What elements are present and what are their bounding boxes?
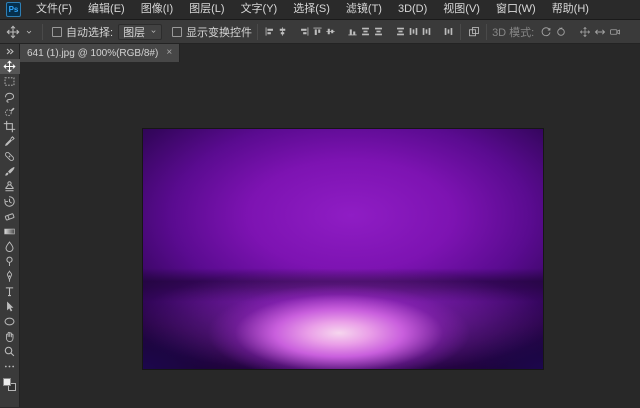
align-right-icon[interactable] <box>298 23 311 41</box>
blur-tool[interactable] <box>0 239 20 254</box>
menu-items: 文件(F) 编辑(E) 图像(I) 图层(L) 文字(Y) 选择(S) 滤镜(T… <box>28 0 597 19</box>
menu-item-view[interactable]: 视图(V) <box>435 0 488 19</box>
zoom-tool[interactable] <box>0 344 20 359</box>
distribute-right-icon[interactable] <box>442 23 455 41</box>
document-tab[interactable]: 641 (1).jpg @ 100%(RGB/8#) × <box>20 44 181 62</box>
color-swatches[interactable] <box>0 376 20 394</box>
3d-mode-label: 3D 模式: <box>492 26 535 39</box>
auto-select-target-value: 图层 <box>123 26 146 39</box>
tool-options-bar: 自动选择: 图层 显示变换控件 3D 模式: <box>0 20 640 44</box>
dodge-tool[interactable] <box>0 254 20 269</box>
shape-tool[interactable] <box>0 314 20 329</box>
menu-item-window[interactable]: 窗口(W) <box>488 0 544 19</box>
align-buttons <box>263 23 455 41</box>
3d-mode-buttons <box>538 23 622 41</box>
gradient-tool[interactable] <box>0 224 20 239</box>
menu-item-edit[interactable]: 编辑(E) <box>80 0 133 19</box>
crop-tool[interactable] <box>0 119 20 134</box>
align-top-icon[interactable] <box>311 23 324 41</box>
auto-select-checkbox[interactable] <box>52 26 62 37</box>
current-tool-icon[interactable] <box>5 23 20 41</box>
menu-item-select[interactable]: 选择(S) <box>285 0 338 19</box>
hand-tool[interactable] <box>0 329 20 344</box>
pen-tool[interactable] <box>0 269 20 284</box>
path-selection-tool[interactable] <box>0 299 20 314</box>
clone-stamp-tool[interactable] <box>0 179 20 194</box>
align-bottom-icon[interactable] <box>346 23 359 41</box>
menu-item-layer[interactable]: 图层(L) <box>181 0 232 19</box>
history-brush-tool[interactable] <box>0 194 20 209</box>
distribute-top-icon[interactable] <box>359 23 372 41</box>
separator <box>486 23 488 40</box>
quick-selection-tool[interactable] <box>0 104 20 119</box>
chevron-down-icon <box>150 28 157 35</box>
menu-item-image[interactable]: 图像(I) <box>133 0 181 19</box>
edit-toolbar-button[interactable] <box>0 359 20 374</box>
canvas-workspace <box>20 62 640 407</box>
3d-orbit-icon[interactable] <box>538 23 553 41</box>
menu-bar: Ps 文件(F) 编辑(E) 图像(I) 图层(L) 文字(Y) 选择(S) 滤… <box>0 0 640 20</box>
type-tool[interactable] <box>0 284 20 299</box>
close-icon[interactable]: × <box>166 48 172 58</box>
3d-pan-icon[interactable] <box>577 23 592 41</box>
align-horizontal-center-icon[interactable] <box>276 23 289 41</box>
show-transform-checkbox[interactable] <box>172 26 183 37</box>
align-vertical-center-icon[interactable] <box>324 23 337 41</box>
eraser-tool[interactable] <box>0 209 20 224</box>
3d-slide-icon[interactable] <box>592 23 607 41</box>
healing-brush-tool[interactable] <box>0 149 20 164</box>
separator <box>42 23 43 40</box>
align-left-icon[interactable] <box>263 23 276 41</box>
brush-tool[interactable] <box>0 164 20 179</box>
3d-mode-group: 3D 模式: <box>492 23 622 41</box>
marquee-tool[interactable] <box>0 74 20 89</box>
eyedropper-tool[interactable] <box>0 134 20 149</box>
menu-item-file[interactable]: 文件(F) <box>28 0 80 19</box>
separator <box>460 23 462 40</box>
menu-item-3d[interactable]: 3D(D) <box>390 0 435 19</box>
distribute-horizontal-center-icon[interactable] <box>420 23 433 41</box>
document-tab-title: 641 (1).jpg @ 100%(RGB/8#) <box>27 47 159 59</box>
auto-align-layers-icon[interactable] <box>466 23 481 41</box>
menu-item-help[interactable]: 帮助(H) <box>544 0 597 19</box>
document-tab-bar: 641 (1).jpg @ 100%(RGB/8#) × <box>20 44 640 62</box>
tools-panel <box>0 44 20 407</box>
move-tool[interactable] <box>0 59 20 74</box>
document-image[interactable] <box>143 129 543 369</box>
distribute-bottom-icon[interactable] <box>394 23 407 41</box>
distribute-vertical-center-icon[interactable] <box>372 23 385 41</box>
lasso-tool[interactable] <box>0 89 20 104</box>
3d-roll-icon[interactable] <box>553 23 568 41</box>
collapse-tools-button[interactable] <box>0 44 20 59</box>
menu-item-filter[interactable]: 滤镜(T) <box>338 0 390 19</box>
foreground-color-swatch[interactable] <box>2 378 11 386</box>
menu-item-type[interactable]: 文字(Y) <box>233 0 286 19</box>
3d-camera-icon[interactable] <box>607 23 622 41</box>
document-area: 641 (1).jpg @ 100%(RGB/8#) × <box>20 44 640 407</box>
auto-select-label: 自动选择: <box>66 26 114 39</box>
main-area: 641 (1).jpg @ 100%(RGB/8#) × <box>0 44 640 407</box>
show-transform-label: 显示变换控件 <box>186 26 253 39</box>
distribute-left-icon[interactable] <box>407 23 420 41</box>
separator <box>257 23 259 40</box>
auto-select-target-dropdown[interactable]: 图层 <box>118 23 163 40</box>
tool-preset-chevron-icon[interactable] <box>21 23 36 41</box>
photoshop-logo: Ps <box>6 2 21 17</box>
